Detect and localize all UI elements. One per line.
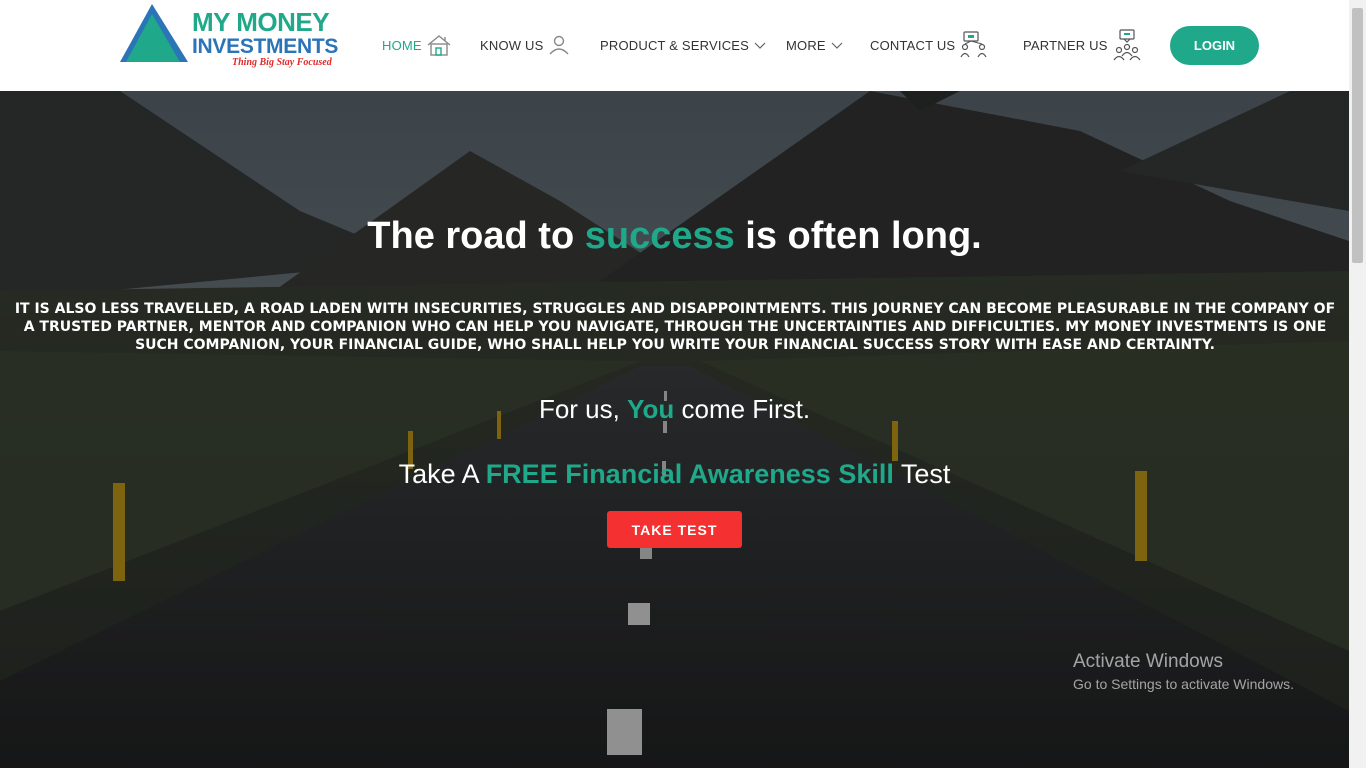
hero-title-accent: success	[584, 215, 735, 257]
nav-home[interactable]: HOME	[382, 30, 452, 60]
nav-more[interactable]: MORE	[786, 30, 844, 60]
nav-product-services-label: PRODUCT & SERVICES	[600, 37, 750, 53]
hero-description: IT IS ALSO LESS TRAVELLED, A ROAD LADEN …	[14, 301, 1336, 353]
hero-title-pre: The road to	[367, 215, 585, 257]
scrollbar-thumb[interactable]	[1352, 8, 1363, 263]
chevron-down-icon	[754, 42, 766, 49]
page-scrollbar[interactable]	[1349, 0, 1366, 768]
nav-contact-us-label: CONTACT US	[870, 37, 956, 53]
logo-line1: MY MONEY	[192, 7, 330, 37]
hero-title: The road to success is often long.	[0, 215, 1349, 258]
free-test-accent: FREE Financial Awareness Skill	[485, 459, 894, 489]
nav-know-us-label: KNOW US	[480, 37, 544, 53]
site-header: MY MONEY INVESTMENTS Thing Big Stay Focu…	[0, 0, 1349, 91]
take-test-button[interactable]: TAKE TEST	[607, 511, 742, 548]
activate-windows-subtitle: Go to Settings to activate Windows.	[1073, 676, 1294, 692]
hero-tagline-accent: You	[627, 394, 675, 424]
login-button[interactable]: LOGIN	[1170, 26, 1259, 65]
triangle-logo-icon	[120, 4, 188, 62]
logo-tagline: Thing Big Stay Focused	[232, 57, 332, 68]
brand-logo[interactable]: MY MONEY INVESTMENTS Thing Big Stay Focu…	[120, 4, 352, 74]
activate-windows-title: Activate Windows	[1073, 651, 1223, 672]
user-icon	[548, 35, 569, 55]
nav-product-services[interactable]: PRODUCT & SERVICES	[600, 30, 767, 60]
home-icon	[427, 35, 451, 56]
free-test-post: Test	[893, 459, 951, 489]
free-test-promo: Take A FREE Financial Awareness Skill Te…	[0, 459, 1349, 490]
free-test-pre: Take A	[398, 459, 486, 489]
nav-home-label: HOME	[382, 37, 422, 53]
hero-tagline-post: come First.	[674, 394, 811, 424]
logo-line2: INVESTMENTS	[192, 35, 339, 58]
windows-activation-watermark: Activate Windows Go to Settings to activ…	[1073, 651, 1294, 692]
hero-title-post: is often long.	[734, 215, 982, 257]
nav-partner-us-label: PARTNER US	[1023, 37, 1108, 53]
nav-partner-us[interactable]: PARTNER US	[1023, 29, 1142, 61]
partner-group-icon	[1113, 29, 1141, 61]
nav-more-label: MORE	[786, 37, 826, 53]
chevron-down-icon	[831, 42, 843, 49]
hero-tagline-pre: For us,	[538, 394, 628, 424]
hero-section: The road to success is often long. IT IS…	[0, 91, 1349, 768]
nav-contact-us[interactable]: CONTACT US	[870, 30, 989, 60]
hero-tagline: For us, You come First.	[0, 394, 1349, 425]
nav-know-us[interactable]: KNOW US	[480, 30, 570, 60]
contact-network-icon	[960, 31, 987, 58]
